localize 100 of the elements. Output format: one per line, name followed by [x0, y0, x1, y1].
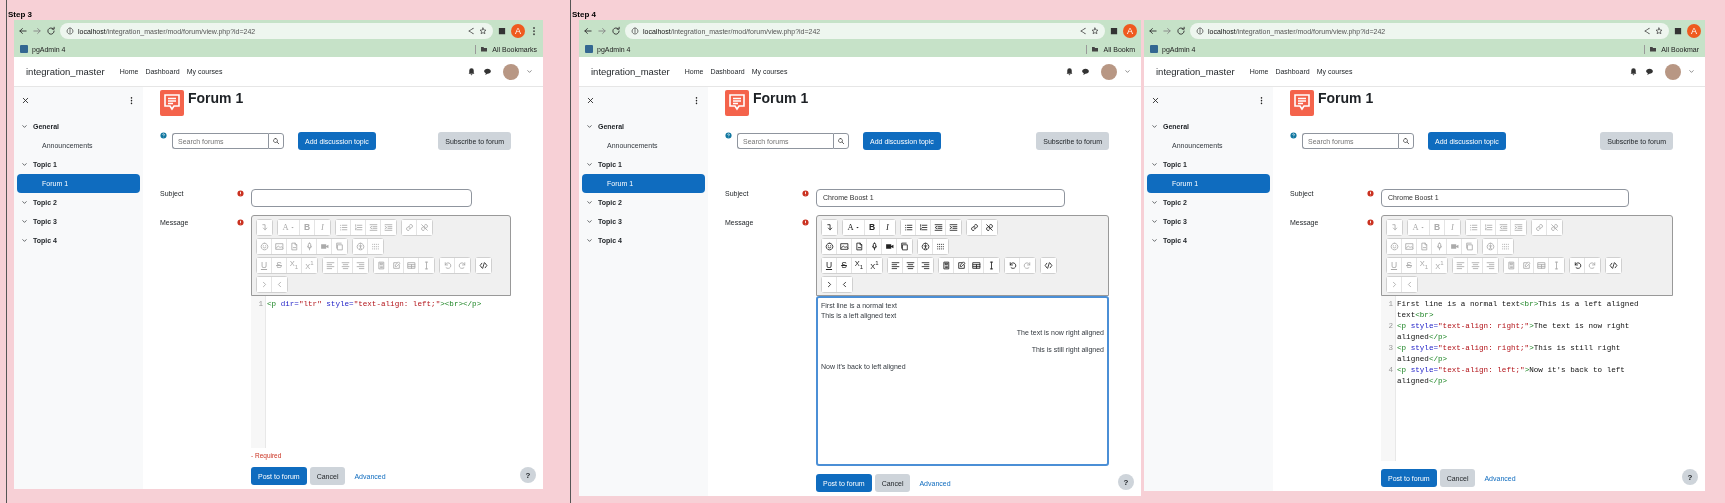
folder-icon — [480, 45, 489, 53]
table-button[interactable] — [969, 257, 984, 273]
html-code-button[interactable] — [1041, 257, 1056, 273]
outdent-icon — [1498, 222, 1508, 232]
back-icon[interactable] — [1148, 26, 1158, 36]
close-icon[interactable] — [1151, 95, 1160, 105]
share-icon[interactable] — [1079, 27, 1087, 35]
search-button[interactable] — [1398, 133, 1414, 149]
bookmark-star-icon[interactable] — [1655, 27, 1663, 35]
bullet-list-icon — [903, 222, 913, 232]
help-icon[interactable] — [725, 132, 732, 139]
notification-bell-icon[interactable] — [467, 67, 476, 76]
align-right-icon — [921, 260, 930, 270]
emoji-button[interactable] — [822, 238, 837, 254]
chevron-down-icon — [586, 161, 593, 168]
subject-field[interactable] — [251, 188, 472, 207]
html-code-button[interactable] — [476, 257, 491, 273]
search-button[interactable] — [268, 133, 284, 149]
pencil-icon — [1521, 260, 1531, 270]
undo-icon — [442, 260, 452, 270]
link-button[interactable] — [967, 219, 982, 235]
share-icon[interactable] — [1643, 27, 1651, 35]
required-icon — [802, 190, 809, 197]
user-avatar[interactable] — [503, 63, 519, 80]
chat-icon[interactable] — [1645, 67, 1654, 76]
calculator-icon — [1506, 260, 1516, 270]
outdent-button[interactable] — [931, 219, 946, 235]
reload-icon[interactable] — [1176, 26, 1186, 36]
help-button[interactable]: ? — [1682, 469, 1698, 485]
accessibility-icon — [1485, 241, 1495, 251]
site-name[interactable]: integration_master — [591, 66, 670, 77]
calculator-button[interactable] — [939, 257, 954, 273]
help-icon[interactable] — [1290, 132, 1297, 139]
info-icon[interactable] — [1196, 27, 1204, 35]
user-avatar[interactable] — [1101, 63, 1117, 80]
folder-icon — [1649, 45, 1658, 53]
accessibility-icon — [920, 241, 930, 251]
bookmark-star-icon[interactable] — [1091, 27, 1099, 35]
bookmark-star-icon[interactable] — [479, 27, 487, 35]
align-left-button[interactable] — [888, 257, 903, 273]
search-icon — [837, 137, 845, 145]
help-button[interactable]: ? — [1118, 474, 1134, 490]
bullet-list-button[interactable] — [901, 219, 916, 235]
share-icon[interactable] — [467, 27, 475, 35]
chevron-left-icon — [275, 279, 284, 289]
forward-icon[interactable] — [1162, 26, 1172, 36]
chevron-right-button[interactable] — [822, 276, 837, 292]
chevron-down-icon — [586, 123, 593, 130]
numbered-list-icon — [353, 222, 363, 232]
toolbar-toggle-button[interactable] — [822, 219, 837, 235]
forward-icon[interactable] — [32, 26, 42, 36]
search-button[interactable] — [833, 133, 849, 149]
chevron-down-icon[interactable] — [526, 68, 533, 75]
undo-button[interactable] — [1570, 257, 1585, 273]
chevron-down-icon — [586, 218, 593, 225]
chat-icon[interactable] — [483, 67, 492, 76]
site-name[interactable]: integration_master — [1156, 66, 1235, 77]
required-icon — [237, 190, 244, 197]
info-icon[interactable] — [631, 27, 639, 35]
outdent-icon — [933, 222, 943, 232]
image-button[interactable] — [837, 238, 852, 254]
font-style-button[interactable]: A — [843, 219, 865, 235]
user-avatar[interactable] — [1665, 63, 1681, 80]
toolbar-toggle-icon — [1390, 222, 1399, 232]
page-title: Forum 1 — [753, 90, 809, 107]
back-icon[interactable] — [18, 26, 28, 36]
notification-bell-icon[interactable] — [1065, 67, 1074, 76]
database-icon — [585, 45, 593, 53]
align-left-icon — [890, 260, 900, 270]
chevron-down-icon[interactable] — [1124, 68, 1131, 75]
accessibility-button[interactable] — [918, 238, 933, 254]
notification-bell-icon[interactable] — [1629, 67, 1638, 76]
align-right-button[interactable] — [918, 257, 933, 273]
forward-icon[interactable] — [597, 26, 607, 36]
reload-icon[interactable] — [611, 26, 621, 36]
copy-icon — [900, 241, 909, 251]
help-icon[interactable] — [160, 132, 167, 139]
underline-button[interactable]: U — [822, 257, 837, 273]
help-button[interactable]: ? — [520, 467, 536, 483]
side-panel-icon[interactable] — [1109, 26, 1119, 36]
redo-icon — [458, 260, 467, 270]
table-icon — [406, 260, 416, 270]
indent-button[interactable] — [946, 219, 961, 235]
align-left-icon — [325, 260, 335, 270]
chat-icon[interactable] — [1081, 67, 1090, 76]
undo-button[interactable] — [1005, 257, 1020, 273]
align-right-icon — [356, 260, 365, 270]
side-panel-icon[interactable] — [1673, 26, 1683, 36]
chevron-left-icon — [840, 279, 849, 289]
info-icon[interactable] — [66, 27, 74, 35]
side-panel-icon[interactable] — [497, 26, 507, 36]
database-icon — [20, 45, 28, 53]
align-center-button[interactable] — [903, 257, 918, 273]
site-name[interactable]: integration_master — [26, 66, 105, 77]
chevron-down-icon[interactable] — [1688, 68, 1695, 75]
close-icon[interactable] — [21, 95, 30, 105]
close-icon[interactable] — [586, 95, 595, 105]
html-code-button[interactable] — [1606, 257, 1621, 273]
reload-icon[interactable] — [46, 26, 56, 36]
back-icon[interactable] — [583, 26, 593, 36]
